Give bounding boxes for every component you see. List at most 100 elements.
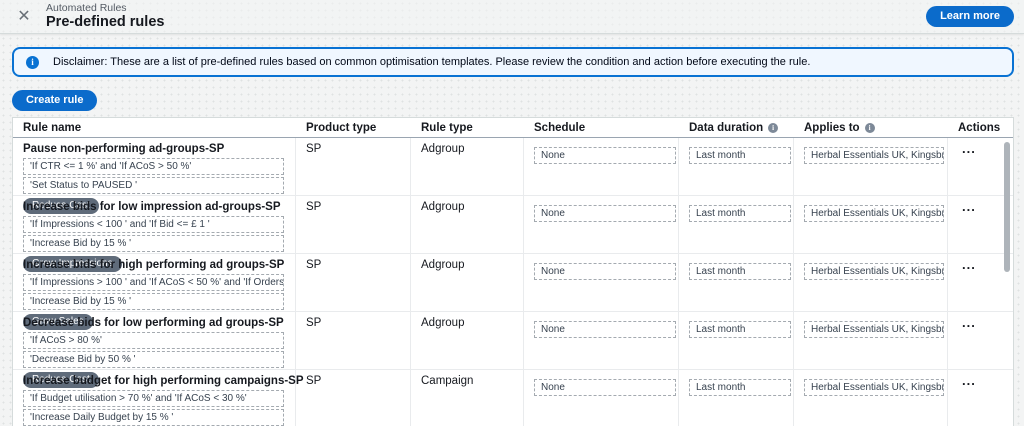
create-rule-button[interactable]: Create rule bbox=[12, 90, 98, 111]
product-type-cell: SP bbox=[296, 312, 411, 369]
close-icon[interactable]: ✕ bbox=[12, 5, 36, 29]
rule-type-cell: Adgroup bbox=[411, 312, 524, 369]
rule-name-cell: Increase bids for low impression ad-grou… bbox=[13, 196, 296, 272]
column-header-schedule: Schedule bbox=[524, 118, 679, 137]
schedule-field[interactable]: None bbox=[534, 379, 676, 396]
table-row: Pause non-performing ad-groups-SP 'If CT… bbox=[13, 138, 1013, 214]
schedule-cell: None bbox=[524, 370, 679, 426]
column-header-applies-to: Applies to i bbox=[794, 118, 948, 137]
applies-to-field[interactable]: Herbal Essentials UK, KingsbridgeCh... bbox=[804, 379, 944, 396]
applies-to-cell: Herbal Essentials UK, KingsbridgeCh... bbox=[794, 370, 948, 426]
schedule-cell: None bbox=[524, 312, 679, 369]
page-content: i Disclaimer: These are a list of pre-de… bbox=[0, 34, 1024, 426]
schedule-field[interactable]: None bbox=[534, 147, 676, 164]
column-header-actions: Actions bbox=[948, 118, 1013, 137]
data-duration-cell: Last month bbox=[679, 370, 794, 426]
applies-to-field[interactable]: Herbal Essentials UK, KingsbridgeCh... bbox=[804, 263, 944, 280]
column-label: Actions bbox=[958, 122, 1001, 134]
applies-to-cell: Herbal Essentials UK, KingsbridgeCh... bbox=[794, 138, 948, 195]
rules-table: Rule name Product type Rule type Schedul… bbox=[12, 117, 1014, 426]
schedule-cell: None bbox=[524, 138, 679, 195]
schedule-field[interactable]: None bbox=[534, 321, 676, 338]
rule-condition-field[interactable]: 'If ACoS > 80 %' bbox=[23, 332, 284, 349]
table-header-row: Rule name Product type Rule type Schedul… bbox=[13, 118, 1013, 138]
toolbar: Create rule bbox=[12, 90, 1014, 111]
data-duration-field[interactable]: Last month bbox=[689, 321, 791, 338]
column-label: Schedule bbox=[534, 122, 586, 134]
applies-to-field[interactable]: Herbal Essentials UK, KingsbridgeCh... bbox=[804, 321, 944, 338]
data-duration-field[interactable]: Last month bbox=[689, 205, 791, 222]
rule-type-cell: Adgroup bbox=[411, 138, 524, 195]
row-actions-menu-icon[interactable]: ... bbox=[958, 142, 980, 155]
schedule-field[interactable]: None bbox=[534, 205, 676, 222]
rule-condition-field[interactable]: 'If Impressions > 100 ' and 'If ACoS < 5… bbox=[23, 274, 284, 291]
column-header-rule-name: Rule name bbox=[13, 118, 296, 137]
table-body: Pause non-performing ad-groups-SP 'If CT… bbox=[13, 138, 1013, 426]
row-actions-menu-icon[interactable]: ... bbox=[958, 200, 980, 213]
table-row: Increase budget for high performing camp… bbox=[13, 370, 1013, 426]
rule-name-cell: Pause non-performing ad-groups-SP 'If CT… bbox=[13, 138, 296, 214]
rule-name: Increase bids for high performing ad gro… bbox=[23, 259, 285, 271]
rule-name: Pause non-performing ad-groups-SP bbox=[23, 143, 225, 155]
column-label: Data duration bbox=[689, 122, 764, 134]
schedule-cell: None bbox=[524, 254, 679, 311]
applies-to-field[interactable]: Herbal Essentials UK, KingsbridgeCh... bbox=[804, 205, 944, 222]
column-label: Rule name bbox=[23, 122, 82, 134]
data-duration-info-icon[interactable]: i bbox=[768, 123, 779, 133]
page-title: Pre-defined rules bbox=[46, 14, 165, 31]
column-header-rule-type: Rule type bbox=[411, 118, 524, 137]
applies-to-cell: Herbal Essentials UK, KingsbridgeCh... bbox=[794, 312, 948, 369]
data-duration-cell: Last month bbox=[679, 254, 794, 311]
column-label: Rule type bbox=[421, 122, 473, 134]
disclaimer-banner: i Disclaimer: These are a list of pre-de… bbox=[12, 47, 1014, 77]
rule-condition-field[interactable]: 'If CTR <= 1 %' and 'If ACoS > 50 %' bbox=[23, 158, 284, 175]
rule-action-field[interactable]: 'Increase Bid by 15 % ' bbox=[23, 293, 284, 310]
rule-condition-field[interactable]: 'If Budget utilisation > 70 %' and 'If A… bbox=[23, 390, 284, 407]
table-row: Decrease bids for low performing ad grou… bbox=[13, 312, 1013, 388]
applies-to-field[interactable]: Herbal Essentials UK, KingsbridgeCh... bbox=[804, 147, 944, 164]
row-actions-menu-icon[interactable]: ... bbox=[958, 316, 980, 329]
table-row: Increase bids for low impression ad-grou… bbox=[13, 196, 1013, 272]
table-row: Increase bids for high performing ad gro… bbox=[13, 254, 1013, 330]
rule-condition-field[interactable]: 'If Impressions < 100 ' and 'If Bid <= £… bbox=[23, 216, 284, 233]
actions-cell: ... bbox=[948, 312, 1013, 369]
disclaimer-text: Disclaimer: These are a list of pre-defi… bbox=[53, 56, 811, 68]
title-block: Automated Rules Pre-defined rules bbox=[46, 2, 164, 31]
data-duration-field[interactable]: Last month bbox=[689, 147, 791, 164]
rule-action-field[interactable]: 'Increase Bid by 15 % ' bbox=[23, 235, 284, 252]
rule-name: Decrease bids for low performing ad grou… bbox=[23, 317, 284, 329]
rule-name: Increase budget for high performing camp… bbox=[23, 375, 304, 387]
rule-action-field[interactable]: 'Increase Daily Budget by 15 % ' bbox=[23, 409, 284, 426]
rule-name-cell: Increase budget for high performing camp… bbox=[13, 370, 304, 426]
rule-type-cell: Adgroup bbox=[411, 254, 524, 311]
info-icon: i bbox=[26, 55, 39, 69]
data-duration-field[interactable]: Last month bbox=[689, 379, 791, 396]
rule-action-field[interactable]: 'Set Status to PAUSED ' bbox=[23, 177, 284, 194]
row-actions-menu-icon[interactable]: ... bbox=[958, 374, 980, 387]
applies-to-cell: Herbal Essentials UK, KingsbridgeCh... bbox=[794, 196, 948, 253]
column-header-data-duration: Data duration i bbox=[679, 118, 794, 137]
table-scrollbar-thumb[interactable] bbox=[1004, 142, 1010, 272]
breadcrumb: Automated Rules bbox=[46, 2, 127, 15]
learn-more-button[interactable]: Learn more bbox=[926, 6, 1014, 27]
actions-cell: ... bbox=[948, 370, 1013, 426]
data-duration-cell: Last month bbox=[679, 312, 794, 369]
rule-name: Increase bids for low impression ad-grou… bbox=[23, 201, 281, 213]
data-duration-field[interactable]: Last month bbox=[689, 263, 791, 280]
rule-name-cell: Increase bids for high performing ad gro… bbox=[13, 254, 296, 330]
product-type-cell: SP bbox=[296, 254, 411, 311]
rule-type-cell: Campaign bbox=[411, 370, 524, 426]
rule-action-field[interactable]: 'Decrease Bid by 50 % ' bbox=[23, 351, 284, 368]
schedule-field[interactable]: None bbox=[534, 263, 676, 280]
rule-type-cell: Adgroup bbox=[411, 196, 524, 253]
page-header: ✕ Automated Rules Pre-defined rules Lear… bbox=[0, 0, 1024, 34]
data-duration-cell: Last month bbox=[679, 196, 794, 253]
product-type-cell: SP bbox=[296, 196, 411, 253]
applies-to-info-icon[interactable]: i bbox=[864, 123, 875, 133]
applies-to-cell: Herbal Essentials UK, KingsbridgeCh... bbox=[794, 254, 948, 311]
data-duration-cell: Last month bbox=[679, 138, 794, 195]
column-label: Product type bbox=[306, 122, 377, 134]
schedule-cell: None bbox=[524, 196, 679, 253]
row-actions-menu-icon[interactable]: ... bbox=[958, 258, 980, 271]
column-label: Applies to bbox=[804, 122, 860, 134]
